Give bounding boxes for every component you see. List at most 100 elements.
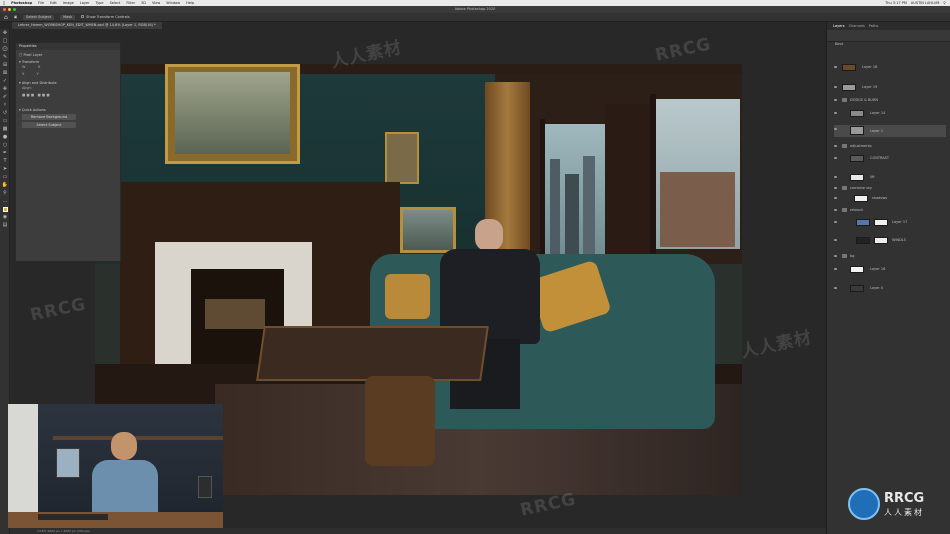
group-row[interactable]: bg — [834, 252, 946, 261]
layer-thumbnail — [842, 84, 856, 91]
eyedropper-tool-icon[interactable]: ✓ — [0, 77, 10, 85]
quick-mask-icon[interactable]: ◉ — [0, 213, 10, 221]
frame-tool-icon[interactable]: ⊠ — [0, 69, 10, 77]
group-row[interactable]: combine sky — [834, 184, 946, 193]
close-window-icon[interactable] — [3, 8, 6, 11]
move-tool-icon[interactable]: ✥ — [0, 29, 10, 37]
quick-actions-header[interactable]: ▾ Quick Actions — [16, 105, 120, 112]
layer-thumbnail — [856, 219, 870, 226]
folder-icon — [842, 186, 847, 190]
blur-tool-icon[interactable]: ● — [0, 133, 10, 141]
align-section-header[interactable]: ▾ Align and Distribute — [16, 78, 120, 85]
tool-preset-icon[interactable]: ▣ — [14, 13, 17, 22]
healing-tool-icon[interactable]: ✙ — [0, 85, 10, 93]
transform-fields[interactable]: W H — [16, 64, 120, 71]
remove-background-button[interactable]: Remove Background — [22, 114, 76, 120]
hand-tool-icon[interactable]: ✋ — [0, 181, 10, 189]
visibility-eye-icon[interactable] — [834, 268, 837, 270]
visibility-eye-icon[interactable] — [834, 209, 837, 211]
transform-xy-fields[interactable]: X Y — [16, 71, 120, 78]
visibility-eye-icon[interactable] — [834, 86, 837, 88]
layer-name: Layer 17 — [892, 220, 908, 224]
group-name: DODGE & BURN — [850, 98, 879, 102]
type-tool-icon[interactable]: T — [0, 157, 10, 165]
layer-row[interactable]: Layer 17 — [834, 218, 946, 227]
visibility-eye-icon[interactable] — [834, 255, 837, 257]
group-row[interactable]: retouch — [834, 206, 946, 215]
lasso-tool-icon[interactable]: ⨀ — [0, 45, 10, 53]
document-tab[interactable]: Lehrer_Hamm_WORKSHOP_KEN_EDIT_WHEN.psd @… — [12, 22, 162, 29]
align-buttons[interactable]: ■ ■ ■ ■ ■ ■ — [16, 92, 120, 99]
group-name: retouch — [850, 208, 864, 212]
folder-icon — [842, 98, 847, 102]
small-portrait-painting — [385, 132, 419, 184]
zoom-window-icon[interactable] — [13, 8, 16, 11]
layer-row[interactable]: Layer 16 — [834, 265, 946, 274]
quick-select-tool-icon[interactable]: ✎ — [0, 53, 10, 61]
visibility-eye-icon[interactable] — [834, 187, 837, 189]
layer-row[interactable]: Layer 0 — [834, 284, 946, 293]
visibility-eye-icon[interactable] — [834, 112, 837, 114]
brush-tool-icon[interactable]: ✐ — [0, 93, 10, 101]
visibility-eye-icon[interactable] — [834, 221, 837, 223]
gradient-tool-icon[interactable]: ▩ — [0, 125, 10, 133]
align-sub-label: Align: — [22, 86, 32, 90]
visibility-eye-icon[interactable] — [834, 287, 837, 289]
properties-title: Properties — [16, 43, 120, 50]
group-name: adjustments — [850, 144, 872, 148]
pixel-layer-row: □ Pixel Layer — [16, 50, 120, 57]
foreground-color-swatch[interactable] — [2, 206, 8, 212]
layer-row[interactable]: CONTRAST — [834, 154, 946, 163]
visibility-eye-icon[interactable] — [834, 197, 837, 199]
color-swatches-icon[interactable] — [0, 205, 10, 213]
layer-name: Layer 1 — [870, 129, 884, 133]
visibility-eye-icon[interactable] — [834, 157, 837, 159]
group-row[interactable]: DODGE & BURN — [834, 96, 946, 105]
dodge-tool-icon[interactable]: ○ — [0, 141, 10, 149]
properties-panel: Properties □ Pixel Layer ▾ Transform W H… — [15, 42, 121, 262]
select-subject-button[interactable]: Select Subject — [23, 14, 55, 20]
eraser-tool-icon[interactable]: ▭ — [0, 117, 10, 125]
marquee-tool-icon[interactable]: □ — [0, 37, 10, 45]
layer-row[interactable]: shadows — [834, 194, 946, 203]
clone-stamp-tool-icon[interactable]: ♯ — [0, 101, 10, 109]
layer-row-selected[interactable]: Layer 1 — [834, 125, 946, 137]
group-row[interactable]: adjustments — [834, 142, 946, 151]
pen-tool-icon[interactable]: ✒ — [0, 149, 10, 157]
minimize-window-icon[interactable] — [8, 8, 11, 11]
layer-thumbnail — [856, 237, 870, 244]
visibility-eye-icon[interactable] — [834, 66, 837, 68]
zoom-tool-icon[interactable]: ⚲ — [0, 189, 10, 197]
table-pedestal — [365, 376, 435, 466]
layer-row[interactable]: WINDLS — [834, 236, 946, 245]
visibility-eye-icon[interactable] — [834, 239, 837, 241]
layer-name: Layer 19 — [862, 85, 878, 89]
show-transform-toggle[interactable]: Show Transform Controls — [81, 13, 130, 22]
visibility-eye-icon[interactable] — [834, 128, 837, 130]
layer-row[interactable]: lift — [834, 173, 946, 182]
layer-thumbnail — [850, 155, 864, 162]
align-row: Align: — [16, 85, 120, 92]
more-tools-icon[interactable]: … — [0, 197, 10, 205]
layer-row[interactable]: Layer 18 — [834, 63, 946, 72]
layer-row[interactable]: Layer 14 — [834, 109, 946, 118]
visibility-eye-icon[interactable] — [834, 176, 837, 178]
tablet-device — [198, 476, 212, 498]
visibility-eye-icon[interactable] — [834, 99, 837, 101]
status-bar: 14.6% 6000 px x 4000 px (300 ppi) — [11, 528, 826, 534]
group-name: bg — [850, 254, 855, 258]
path-select-tool-icon[interactable]: ➤ — [0, 165, 10, 173]
select-subject-quick-button[interactable]: Select Subject — [22, 122, 76, 128]
visibility-eye-icon[interactable] — [834, 145, 837, 147]
mask-button[interactable]: Mask — [60, 14, 76, 20]
history-brush-tool-icon[interactable]: ↺ — [0, 109, 10, 117]
screen-mode-icon[interactable]: ▤ — [0, 221, 10, 229]
webcam-overlay — [8, 404, 223, 528]
layer-row[interactable]: Layer 19 — [834, 83, 946, 92]
city-building — [583, 156, 595, 264]
crop-tool-icon[interactable]: ⊞ — [0, 61, 10, 69]
monitor-edge — [8, 404, 38, 514]
transform-section-header[interactable]: ▾ Transform — [16, 57, 120, 64]
shape-tool-icon[interactable]: ▭ — [0, 173, 10, 181]
home-icon[interactable]: ⌂ — [4, 13, 8, 22]
